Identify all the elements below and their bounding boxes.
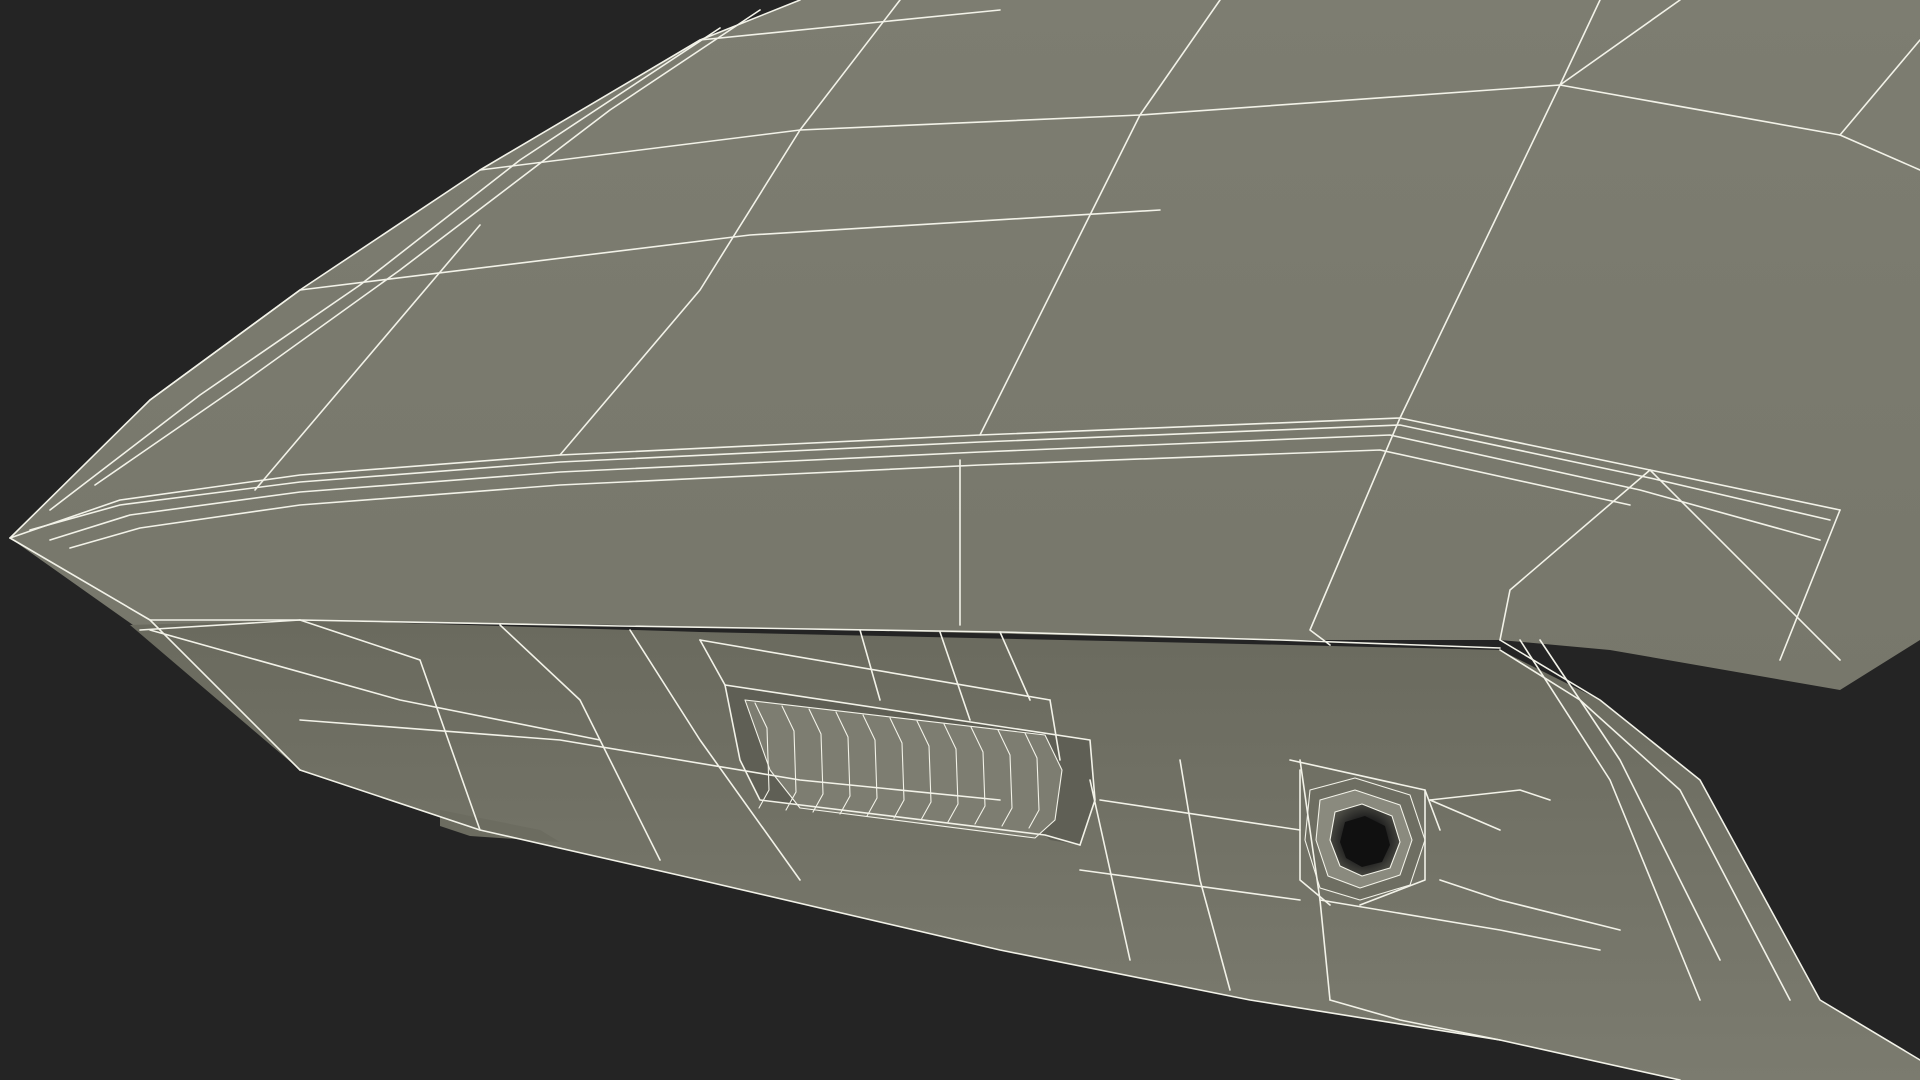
wireframe-model-render xyxy=(0,0,1920,1080)
hex-socket-bolt xyxy=(1305,778,1425,900)
render-viewport xyxy=(0,0,1920,1080)
